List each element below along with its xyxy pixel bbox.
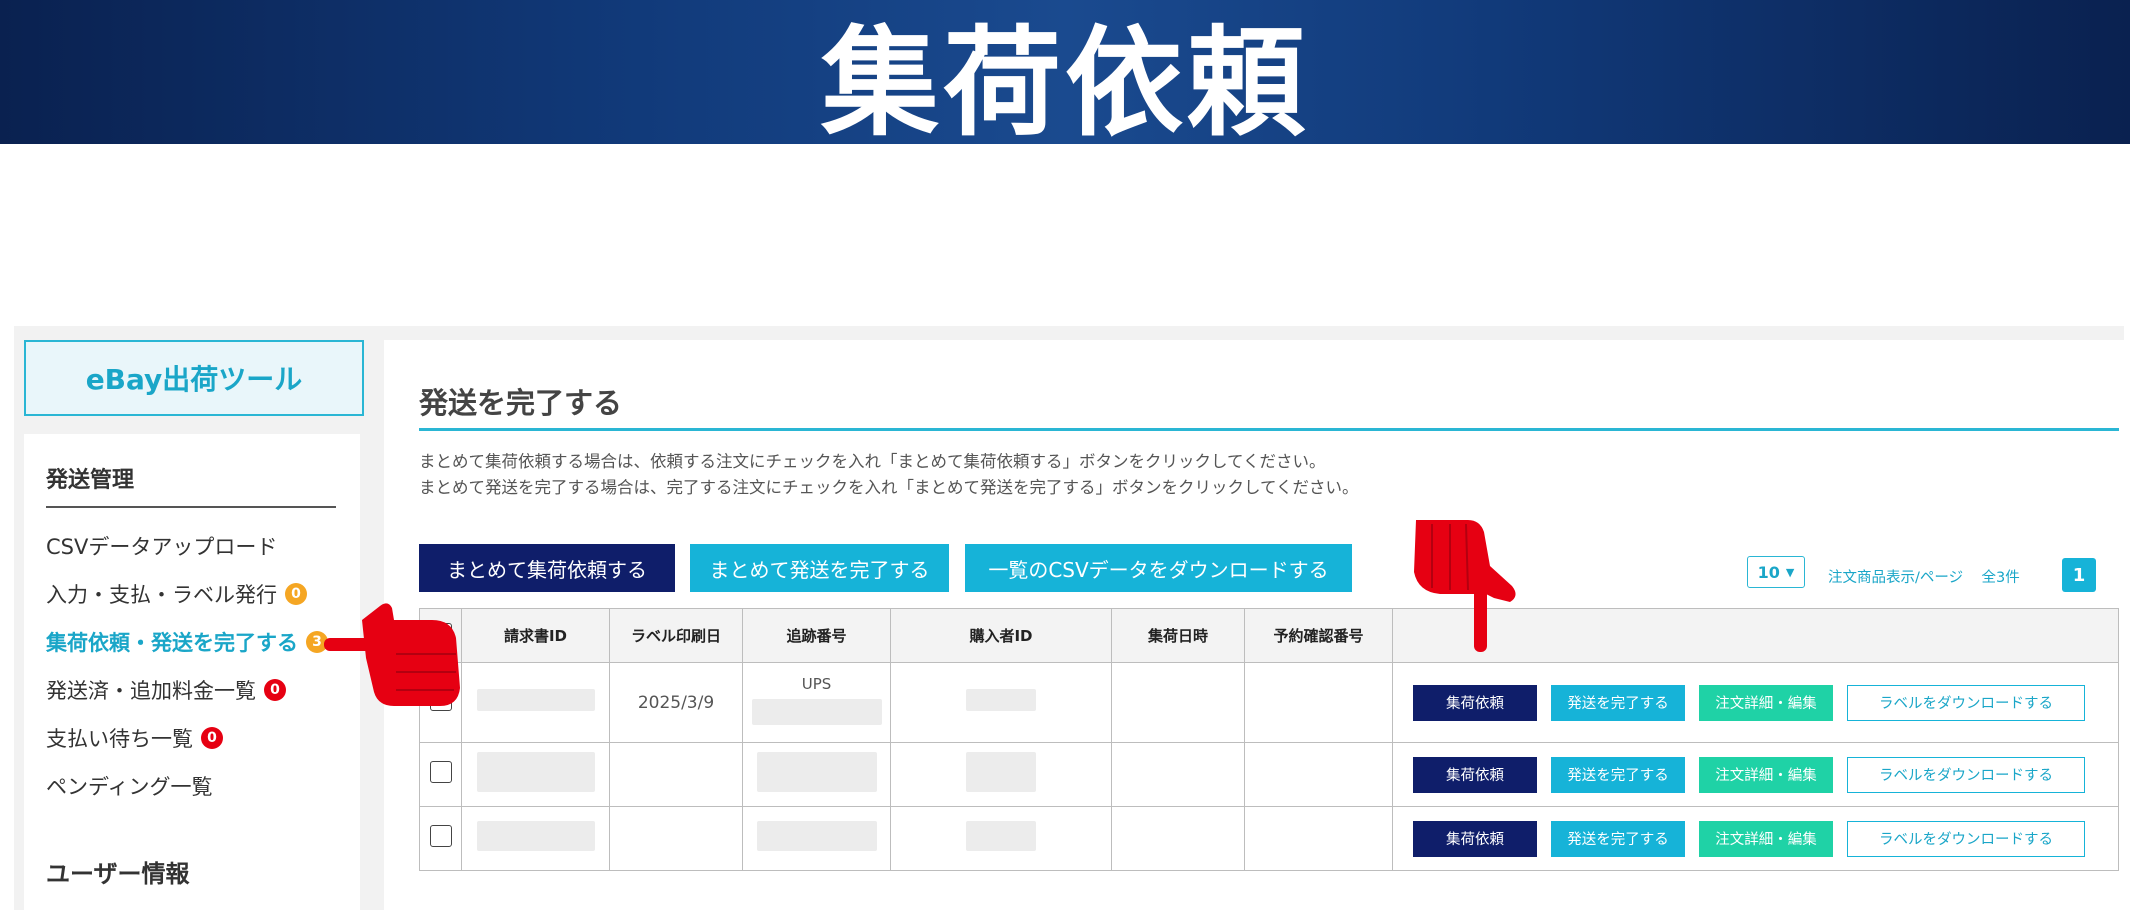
label-download-button[interactable]: ラベルをダウンロードする <box>1847 756 2085 793</box>
count-badge: 0 <box>285 583 307 605</box>
complete-button[interactable]: 発送を完了する <box>1551 820 1685 857</box>
reservation-number-cell <box>1244 806 1393 871</box>
row-checkbox[interactable] <box>429 761 452 783</box>
tracking-cell <box>742 742 891 807</box>
count-badge: 0 <box>264 679 286 701</box>
sidebar-heading: 発送管理 <box>46 468 135 493</box>
row-actions: 集荷依頼 発送を完了する 注文詳細・編集 ラベルをダウンロードする <box>1392 742 2119 807</box>
order-detail-button[interactable]: 注文詳細・編集 <box>1699 684 1833 721</box>
title-banner: 集荷依頼 <box>0 0 2130 152</box>
total-count: 全3件 <box>1981 570 2020 586</box>
complete-button[interactable]: 発送を完了する <box>1551 684 1685 721</box>
label-date-cell <box>609 742 743 807</box>
pickup-button[interactable]: 集荷依頼 <box>1413 820 1537 857</box>
pager-info: 注文商品表示/ページ 全3件 <box>1828 566 2020 587</box>
invoice-id-cell <box>461 742 610 807</box>
pointing-hand-down-icon <box>1414 520 1516 652</box>
orders-table: 請求書ID ラベル印刷日 追跡番号 購入者ID 集荷日時 予約確認番号 2025… <box>419 608 2119 871</box>
reservation-number-cell <box>1244 742 1393 807</box>
bulk-pickup-button[interactable]: まとめて集荷依頼する <box>419 544 675 592</box>
invoice-id-cell <box>461 806 610 871</box>
per-page-label: 注文商品表示/ページ <box>1828 570 1964 586</box>
count-badge: 0 <box>201 727 223 749</box>
sidebar-divider <box>46 506 336 508</box>
sidebar-item-label: 入力・支払・ラベル発行 <box>46 583 277 607</box>
invoice-id-cell <box>461 662 610 743</box>
redacted-value <box>756 752 877 792</box>
buyer-id-cell <box>890 742 1112 807</box>
sidebar-item-pending[interactable]: ペンディング一覧 <box>46 771 213 801</box>
sidebar-item-shipped-fees[interactable]: 発送済・追加料金一覧 0 <box>46 675 286 705</box>
table-row: 集荷依頼 発送を完了する 注文詳細・編集 ラベルをダウンロードする <box>419 742 2119 807</box>
per-page-select[interactable]: 10 ▼ <box>1747 556 1805 588</box>
reservation-number-cell <box>1244 662 1393 743</box>
chevron-down-icon: ▼ <box>1785 565 1795 579</box>
pickup-button[interactable]: 集荷依頼 <box>1413 684 1537 721</box>
redacted-value <box>756 821 877 851</box>
row-checkbox[interactable] <box>429 825 452 847</box>
buyer-id-cell <box>890 806 1112 871</box>
label-date-cell: 2025/3/9 <box>609 662 743 743</box>
title-divider <box>419 428 2119 431</box>
pickup-button[interactable]: 集荷依頼 <box>1413 756 1537 793</box>
redacted-value <box>966 689 1036 711</box>
column-header: 集荷日時 <box>1111 608 1245 663</box>
bulk-complete-button[interactable]: まとめて発送を完了する <box>690 544 949 592</box>
redacted-value <box>966 821 1036 851</box>
sidebar-heading-user: ユーザー情報 <box>46 860 190 888</box>
row-actions: 集荷依頼 発送を完了する 注文詳細・編集 ラベルをダウンロードする <box>1392 662 2119 743</box>
table-row: 集荷依頼 発送を完了する 注文詳細・編集 ラベルをダウンロードする <box>419 806 2119 871</box>
redacted-value <box>476 821 595 851</box>
row-select-cell <box>419 806 462 871</box>
table-header-row: 請求書ID ラベル印刷日 追跡番号 購入者ID 集荷日時 予約確認番号 <box>419 608 2119 663</box>
sidebar-item-label: 集荷依頼・発送を完了する <box>46 631 298 655</box>
tracking-cell: UPS <box>742 662 891 743</box>
instruction-text: まとめて集荷依頼する場合は、依頼する注文にチェックを入れ「まとめて集荷依頼する」… <box>419 452 1326 471</box>
pickup-date-cell <box>1111 742 1245 807</box>
app-logo[interactable]: eBay出荷ツール <box>24 340 364 416</box>
logo-text: eBay出荷ツール <box>85 363 303 396</box>
tracking-cell <box>742 806 891 871</box>
row-select-cell <box>419 742 462 807</box>
redacted-value <box>476 689 595 711</box>
order-detail-button[interactable]: 注文詳細・編集 <box>1699 820 1833 857</box>
column-header: ラベル印刷日 <box>609 608 743 663</box>
column-header: 購入者ID <box>890 608 1112 663</box>
main-panel: 発送を完了する まとめて集荷依頼する場合は、依頼する注文にチェックを入れ「まとめ… <box>384 340 2130 910</box>
sidebar-item-label: ペンディング一覧 <box>46 775 213 799</box>
label-date-cell <box>609 806 743 871</box>
redacted-value <box>966 752 1036 792</box>
sidebar-item-label: CSVデータアップロード <box>46 535 278 559</box>
banner-title: 集荷依頼 <box>820 13 1309 152</box>
redacted-value <box>751 699 882 725</box>
table-row: 2025/3/9 UPS 集荷依頼 発送を完了する 注文詳細・編集 ラベルをダウンロー… <box>419 662 2119 743</box>
instruction-text: まとめて発送を完了する場合は、完了する注文にチェックを入れ「まとめて発送を完了す… <box>419 478 1359 497</box>
label-download-button[interactable]: ラベルをダウンロードする <box>1847 684 2085 721</box>
sidebar-item-pickup-complete[interactable]: 集荷依頼・発送を完了する 3 <box>46 627 328 657</box>
buyer-id-cell <box>890 662 1112 743</box>
row-actions: 集荷依頼 発送を完了する 注文詳細・編集 ラベルをダウンロードする <box>1392 806 2119 871</box>
label-download-button[interactable]: ラベルをダウンロードする <box>1847 820 2085 857</box>
sidebar-item-csv-upload[interactable]: CSVデータアップロード <box>46 531 277 561</box>
carrier-name: UPS <box>801 675 832 693</box>
column-header: 請求書ID <box>461 608 610 663</box>
order-detail-button[interactable]: 注文詳細・編集 <box>1699 756 1833 793</box>
redacted-value <box>476 752 595 792</box>
column-header: 予約確認番号 <box>1244 608 1393 663</box>
page-button-1[interactable]: 1 <box>2062 558 2096 592</box>
per-page-value: 10 <box>1757 562 1780 582</box>
pointing-hand-left-icon <box>324 603 460 706</box>
sidebar-item-input-payment-label[interactable]: 入力・支払・ラベル発行 0 <box>46 579 307 609</box>
complete-button[interactable]: 発送を完了する <box>1551 756 1685 793</box>
page-title: 発送を完了する <box>419 386 623 420</box>
pickup-date-cell <box>1111 806 1245 871</box>
sidebar: 発送管理 CSVデータアップロード 入力・支払・ラベル発行 0 集荷依頼・発送を… <box>24 434 360 910</box>
sidebar-item-label: 発送済・追加料金一覧 <box>46 679 256 703</box>
csv-download-button[interactable]: 一覧のCSVデータをダウンロードする <box>965 544 1352 592</box>
pickup-date-cell <box>1111 662 1245 743</box>
column-header: 追跡番号 <box>742 608 891 663</box>
sidebar-item-awaiting-payment[interactable]: 支払い待ち一覧 0 <box>46 723 223 753</box>
sidebar-item-label: 支払い待ち一覧 <box>46 727 193 751</box>
